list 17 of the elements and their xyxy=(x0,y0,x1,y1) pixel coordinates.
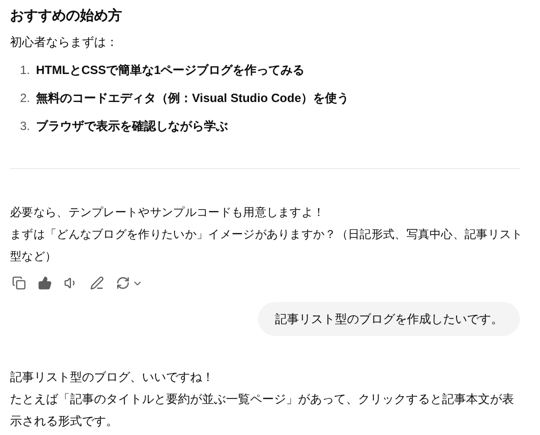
list-item-text: HTMLとCSSで簡単な1ページブログを作ってみる xyxy=(36,62,305,79)
list-number: 2. xyxy=(20,90,32,107)
list-item-text: 無料のコードエディタ（例：Visual Studio Code）を使う xyxy=(36,90,350,107)
thumbs-up-icon[interactable] xyxy=(36,274,54,292)
section-heading: おすすめの始め方 xyxy=(10,6,123,25)
message-text: 記事リスト型のブログ、いいですね！ xyxy=(10,369,215,386)
message-text: たとえば「記事のタイトルと要約が並ぶ一覧ページ」があって、クリックすると記事本文が表示される形式です。 xyxy=(10,391,515,430)
edit-icon[interactable] xyxy=(88,274,106,292)
intro-text: 初心者ならまずは： xyxy=(10,34,119,51)
list-item-text: ブラウザで表示を確認しながら学ぶ xyxy=(36,118,228,135)
refresh-icon[interactable] xyxy=(114,274,132,292)
list-number: 1. xyxy=(20,62,32,79)
copy-icon[interactable] xyxy=(10,274,28,292)
message-text: まずは「どんなブログを作りたいか」イメージがありますか？（日記形式、写真中心、記事リスト型など） xyxy=(10,227,524,265)
user-message-bubble: 記事リスト型のブログを作成したいです。 xyxy=(258,302,520,336)
message-text: 必要なら、テンプレートやサンプルコードも用意しますよ！ xyxy=(10,205,326,221)
list-number: 3. xyxy=(20,118,32,135)
